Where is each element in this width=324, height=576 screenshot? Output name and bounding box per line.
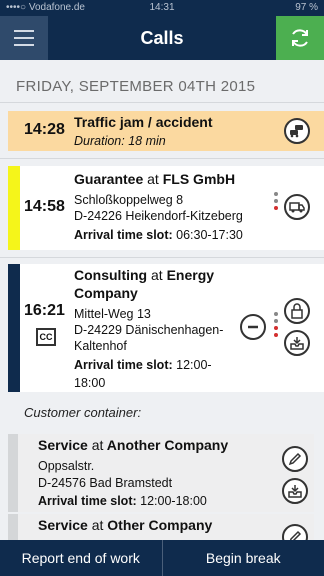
call-city: D-24226 Heikendorf-Kitzeberg: [74, 209, 243, 223]
call-city: D-24229 Dänischenhagen-: [74, 323, 224, 337]
customer-container-label: Customer container:: [24, 405, 142, 420]
clock-label: 14:31: [149, 2, 175, 13]
call-type: Consulting: [74, 267, 148, 283]
call-card-guarantee[interactable]: 14:58 Guarantee at FLS GmbH Schloßkoppel…: [8, 166, 324, 250]
refresh-button[interactable]: [276, 16, 324, 60]
container-stripe: [8, 514, 18, 540]
inbox-button[interactable]: [282, 478, 308, 504]
call-street: Schloßkoppelweg 8: [74, 193, 184, 207]
cars-icon: [290, 125, 303, 138]
begin-break-button[interactable]: Begin break: [163, 540, 324, 576]
status-dots: [274, 312, 278, 340]
call-street: Mittel-Weg 13: [74, 307, 151, 321]
call-title: Guarantee at FLS GmbH: [74, 171, 236, 187]
item-type: Service: [38, 437, 88, 453]
item-type: Service: [38, 517, 88, 533]
call-card-traffic[interactable]: 14:28 Traffic jam / accident Duration: 1…: [8, 111, 324, 151]
date-header: FRIDAY, SEPTEMBER 04TH 2015: [16, 78, 256, 95]
pencil-icon: [289, 530, 302, 540]
status-dots: [274, 192, 278, 213]
divider: [0, 158, 324, 159]
item-title: Service at Another Company: [38, 437, 229, 453]
call-city-line2: Kaltenhof: [74, 339, 127, 353]
inbox-icon: [290, 337, 304, 350]
arrival-time-slot: Arrival time slot: 12:00-18:00: [38, 494, 207, 508]
container-item[interactable]: Service at Other Company: [8, 514, 314, 540]
report-end-of-work-button[interactable]: Report end of work: [0, 540, 162, 576]
call-detail-button[interactable]: [284, 118, 310, 144]
edit-button[interactable]: [282, 446, 308, 472]
arrival-time-slot-line2: 18:00: [74, 376, 106, 390]
item-company: Other Company: [107, 517, 213, 533]
call-company: FLS GmbH: [162, 171, 236, 187]
arrival-time-slot: Arrival time slot: 06:30-17:30: [74, 228, 243, 242]
call-company: Energy: [166, 267, 215, 283]
divider: [0, 257, 324, 258]
divider: [0, 102, 324, 103]
container-stripe: [8, 434, 18, 512]
call-type: Traffic jam / accident: [74, 114, 213, 130]
battery-label: 97 %: [295, 2, 318, 13]
call-card-consulting[interactable]: 16:21 CC Consulting at Energy Company Mi…: [8, 264, 324, 392]
item-street: Oppsalstr.: [38, 459, 95, 473]
lock-button[interactable]: [284, 298, 310, 324]
minus-icon: [248, 325, 258, 329]
refresh-icon: [292, 29, 308, 47]
call-type: Guarantee: [74, 171, 144, 187]
item-city: D-24576 Bad Bramstedt: [38, 476, 173, 490]
call-time: 16:21: [24, 302, 65, 319]
call-duration: Duration: 18 min: [74, 134, 166, 148]
cc-icon: CC: [36, 328, 56, 346]
inbox-icon: [288, 485, 302, 498]
call-company-line2: Company: [74, 285, 138, 301]
truck-icon: [289, 202, 305, 213]
remove-button[interactable]: [240, 314, 266, 340]
lock-icon: [291, 303, 303, 319]
item-title: Service at Other Company: [38, 517, 213, 533]
call-stripe: [8, 264, 20, 392]
arrival-time-slot: Arrival time slot: 12:00-: [74, 358, 212, 372]
call-stripe: [8, 166, 20, 250]
edit-button[interactable]: [282, 524, 308, 540]
status-bar: ••••○ Vodafone.de 14:31 97 %: [0, 0, 324, 16]
call-time: 14:28: [24, 121, 65, 138]
bottom-action-bar: Report end of work Begin break: [0, 540, 324, 576]
call-title: Consulting at Energy: [74, 267, 215, 283]
container-item[interactable]: Service at Another Company Oppsalstr. D-…: [8, 434, 314, 512]
navigation-bar: Calls: [0, 16, 324, 60]
call-time: 14:58: [24, 198, 65, 215]
item-company: Another Company: [106, 437, 229, 453]
pencil-icon: [288, 452, 302, 466]
call-detail-button[interactable]: [284, 194, 310, 220]
inbox-button[interactable]: [284, 330, 310, 356]
